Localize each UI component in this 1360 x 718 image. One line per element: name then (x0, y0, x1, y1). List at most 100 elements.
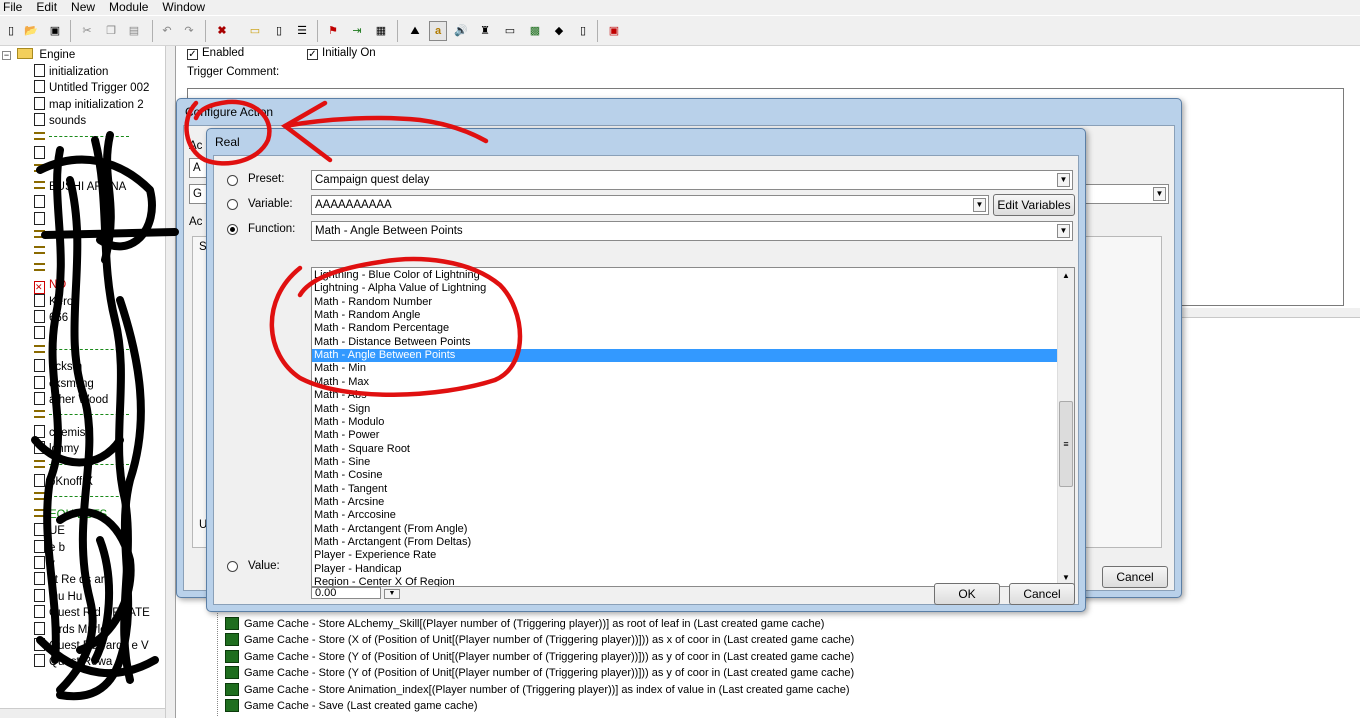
tree-item[interactable] (34, 228, 49, 244)
function-option[interactable]: Math - Arcsine (312, 496, 1057, 509)
function-option[interactable]: Math - Random Angle (312, 309, 1057, 322)
menu-window[interactable]: Window (162, 0, 205, 15)
action-row[interactable]: Game Cache - Store (X of (Position of Un… (225, 632, 854, 648)
function-option[interactable]: Math - Arccosine (312, 509, 1057, 522)
function-option[interactable]: Math - Min (312, 362, 1057, 375)
variable-dropdown[interactable]: AAAAAAAAAA ▼ (311, 195, 989, 215)
tree-item[interactable]: Quest R d CREATE (34, 605, 150, 621)
menu-file[interactable]: File (3, 0, 22, 15)
function-option[interactable]: Math - Distance Between Points (312, 336, 1057, 349)
tree-item[interactable] (34, 490, 129, 506)
redo-icon[interactable]: ↷ (180, 21, 198, 41)
tree-item[interactable]: Qu Hu (34, 588, 82, 605)
menu-module[interactable]: Module (109, 0, 148, 15)
tree-item[interactable] (34, 458, 129, 474)
function-option[interactable]: Math - Max (312, 376, 1057, 389)
function-option[interactable]: Math - Arctangent (From Deltas) (312, 536, 1057, 549)
tree-item[interactable] (34, 343, 129, 359)
tree-root[interactable]: − Engine (2, 47, 75, 63)
sound-icon[interactable]: 🔊 (452, 21, 470, 41)
export-icon[interactable]: ⇥ (348, 21, 366, 41)
tree-item[interactable]: Untitled Trigger 002 (34, 80, 149, 96)
function-option[interactable]: Lightning - Blue Color of Lightning (312, 269, 1057, 282)
tree-item[interactable]: chemist (34, 424, 89, 441)
chevron-down-icon[interactable]: ▼ (973, 198, 986, 212)
function-radio[interactable] (227, 224, 238, 235)
tree-item[interactable]: UE (34, 523, 65, 539)
function-option[interactable]: Math - Modulo (312, 416, 1057, 429)
collapse-icon[interactable]: − (2, 51, 11, 60)
tree-item[interactable]: acksm (34, 359, 82, 375)
function-option[interactable]: Player - Experience Rate (312, 549, 1057, 562)
tree-item[interactable] (34, 162, 49, 178)
map-icon[interactable]: ▭ (501, 21, 519, 41)
flag-icon[interactable]: ⚑ (324, 21, 342, 41)
value-radio[interactable] (227, 561, 238, 572)
action-row[interactable]: Game Cache - Store (Y of (Position of Un… (225, 649, 854, 665)
menu-new[interactable]: New (71, 0, 95, 15)
tree-item[interactable] (34, 326, 49, 342)
terrain-icon[interactable]: ⛰ (406, 21, 424, 41)
function-option[interactable]: Math - Arctangent (From Angle) (312, 523, 1057, 536)
value-field[interactable]: 0.00 (311, 587, 381, 599)
tree-item[interactable]: map initialization 2 (34, 96, 144, 113)
tree-item[interactable] (34, 146, 49, 162)
preset-radio[interactable] (227, 175, 238, 186)
tree-item[interactable]: oKnoff X (34, 474, 93, 490)
function-option[interactable]: Math - Angle Between Points (312, 349, 1057, 363)
tree-item[interactable]: y (34, 556, 55, 572)
variable-radio[interactable] (227, 199, 238, 210)
tree-item[interactable]: lchmy (34, 441, 79, 457)
function-option[interactable]: Math - Cosine (312, 469, 1057, 482)
copy-icon[interactable]: ❐ (102, 21, 120, 41)
chevron-down-icon[interactable]: ▼ (1153, 187, 1166, 201)
action-row[interactable]: Game Cache - Store ALchemy_Skill[(Player… (225, 616, 824, 632)
cut-icon[interactable]: ✂ (78, 21, 96, 41)
font-icon[interactable]: a (429, 21, 447, 41)
close-icon[interactable]: ✖ (213, 21, 231, 41)
unit-icon[interactable]: ♜ (476, 21, 494, 41)
action-row[interactable]: Game Cache - Save (Last created game cac… (225, 698, 478, 714)
enabled-checkbox[interactable]: ✓ (187, 49, 198, 60)
paste-icon[interactable]: ▤ (125, 21, 143, 41)
tree-item[interactable] (34, 408, 129, 424)
tree-horizontal-scrollbar[interactable] (0, 708, 165, 718)
tree-item[interactable]: ather Wood (34, 392, 108, 408)
ok-button[interactable]: OK (934, 583, 1000, 605)
document-icon[interactable]: ▯ (574, 21, 592, 41)
tree-item[interactable] (34, 195, 49, 211)
cube-icon[interactable]: ◆ (550, 21, 568, 41)
function-option[interactable]: Math - Power (312, 429, 1057, 442)
list-scrollbar[interactable]: ▲ ≡ ▼ (1057, 268, 1074, 586)
tree-item[interactable]: ards Murloc (34, 621, 112, 638)
tree-item[interactable] (34, 244, 49, 260)
tree-item[interactable]: initialization (34, 64, 108, 80)
preset-dropdown[interactable]: Campaign quest delay ▼ (311, 170, 1073, 190)
action-row[interactable]: Game Cache - Store (Y of (Position of Un… (225, 665, 854, 681)
chevron-down-icon[interactable]: ▼ (1057, 173, 1070, 187)
chevron-up-icon[interactable]: ▲ (1059, 270, 1073, 282)
function-dropdown-list[interactable]: Lightning - Blue Color of Lightning Light… (311, 267, 1075, 587)
initially-on-checkbox[interactable]: ✓ (307, 49, 318, 60)
chevron-down-icon[interactable]: ▼ (384, 589, 400, 599)
folder-icon[interactable]: ▭ (246, 21, 264, 41)
tree-item[interactable] (34, 211, 49, 228)
function-option[interactable]: Math - Abs (312, 389, 1057, 402)
function-option[interactable]: Player - Handicap (312, 563, 1057, 576)
tree-item[interactable]: Quest Rewa (34, 654, 112, 670)
configure-cancel-button[interactable]: Cancel (1102, 566, 1168, 588)
tree-item[interactable] (34, 261, 49, 277)
tree-item[interactable]: st Re ds ars (34, 572, 110, 588)
scroll-thumb[interactable]: ≡ (1059, 401, 1073, 487)
tree-item[interactable]: BUSHI ARENA (34, 179, 126, 195)
open-icon[interactable]: 📂 (22, 21, 40, 41)
menu-edit[interactable]: Edit (36, 0, 57, 15)
clapper-icon[interactable]: ▦ (372, 21, 390, 41)
undo-icon[interactable]: ↶ (158, 21, 176, 41)
function-option[interactable]: Math - Random Percentage (312, 322, 1057, 335)
script-icon[interactable]: ▩ (526, 21, 544, 41)
tree-item[interactable]: sounds (34, 113, 86, 129)
list-icon[interactable]: ☰ (293, 21, 311, 41)
edit-variables-button[interactable]: Edit Variables (993, 194, 1075, 216)
action-row[interactable]: Game Cache - Store Animation_index[(Play… (225, 682, 850, 698)
